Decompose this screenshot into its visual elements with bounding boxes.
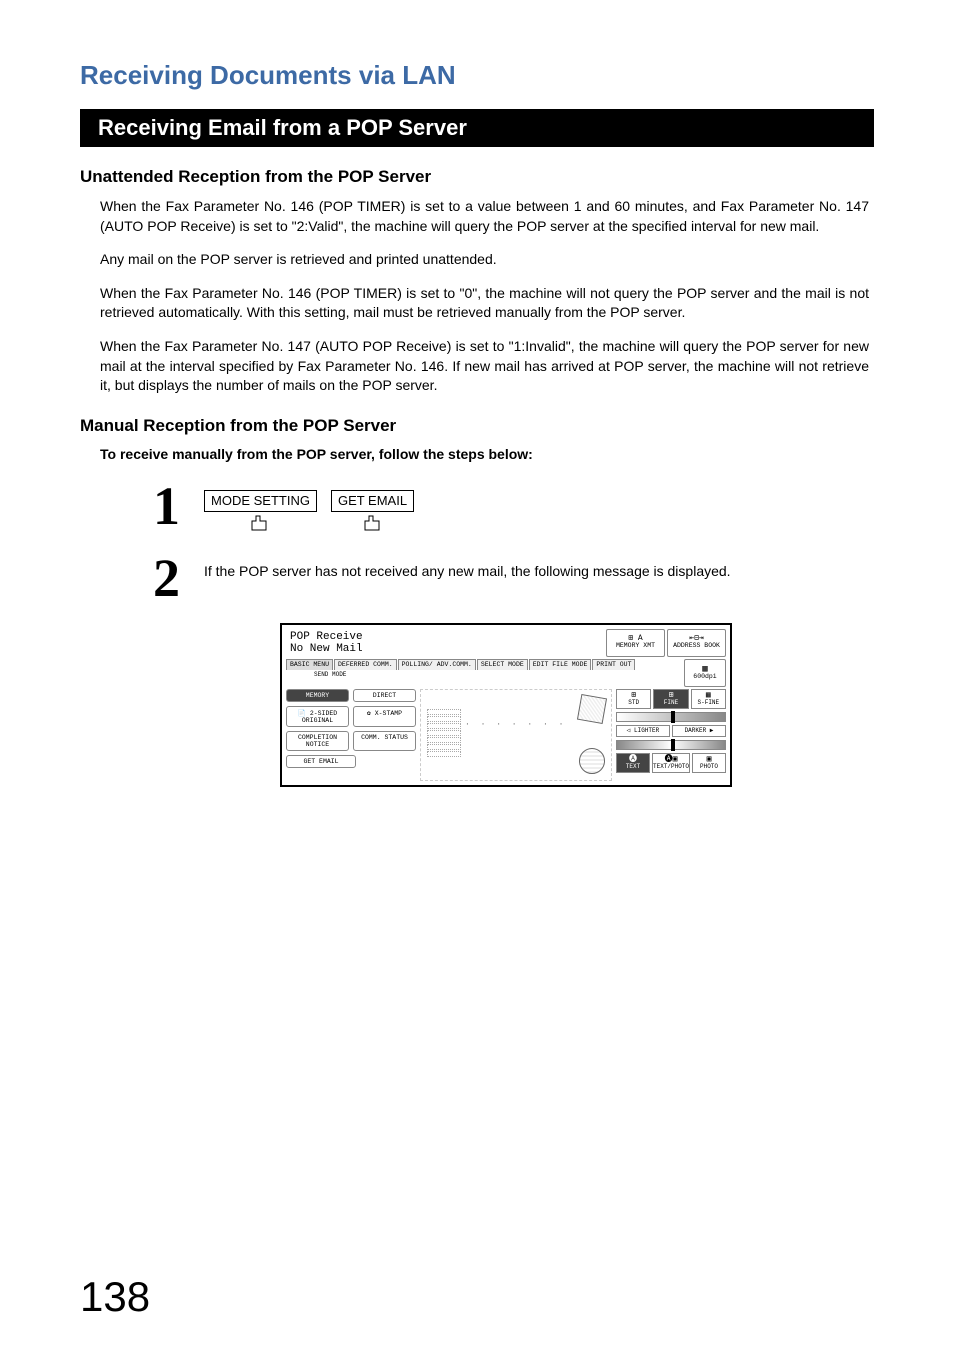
resolution-sfine-button[interactable]: ▦S-FINE [691,689,726,709]
comm-status-button[interactable]: COMM. STATUS [353,731,416,751]
get-email-button[interactable]: GET EMAIL [286,755,356,768]
tab-basic-menu[interactable]: BASIC MENU [286,659,333,671]
send-mode-label: SEND MODE [314,671,684,678]
page-number: 138 [80,1273,150,1321]
paper-stack-icon [427,708,461,757]
point-hand-icon [247,514,273,534]
mode-photo-button[interactable]: ▣PHOTO [692,753,726,773]
para: When the Fax Parameter No. 146 (POP TIME… [100,284,869,323]
mode-textphoto-button[interactable]: 🅐▣TEXT/PHOTO [652,753,690,773]
lcd-screen-figure: POP Receive No New Mail ⊞ A MEMORY XMT ⇤… [280,623,874,787]
completion-notice-button[interactable]: COMPLETION NOTICE [286,731,349,751]
step-1: 1 MODE SETTING GET EMAIL [120,482,874,534]
button-label: GET EMAIL [331,490,414,512]
instruction-line: To receive manually from the POP server,… [100,446,874,462]
density-slider[interactable] [616,712,726,722]
mode-setting-button: MODE SETTING [204,490,317,534]
lcd-status-area: POP Receive No New Mail [286,629,606,657]
direct-button[interactable]: DIRECT [353,689,416,702]
resolution-fine-button[interactable]: ⊞FINE [653,689,688,709]
lighter-button[interactable]: ◁ LIGHTER [616,725,670,737]
lcd-tabs: BASIC MENU DEFERRED COMM. POLLING/ ADV.C… [286,659,684,671]
tab-select-mode[interactable]: SELECT MODE [477,659,528,671]
lcd-status-line2: No New Mail [290,643,602,655]
lcd-status-line1: POP Receive [290,631,602,643]
darker-button[interactable]: DARKER ▶ [672,725,726,737]
subheading-manual: Manual Reception from the POP Server [80,416,874,436]
x-stamp-button[interactable]: ✿ X-STAMP [353,706,416,727]
button-label: MODE SETTING [204,490,317,512]
subheading-unattended: Unattended Reception from the POP Server [80,167,874,187]
contrast-bar [616,740,726,750]
get-email-button: GET EMAIL [331,490,414,534]
tab-deferred-comm[interactable]: DEFERRED COMM. [334,659,397,671]
address-book-button[interactable]: ⇤⊟⇥ ADDRESS BOOK [667,629,726,657]
para: When the Fax Parameter No. 147 (AUTO POP… [100,337,869,396]
memory-button[interactable]: MEMORY [286,689,349,702]
scan-icon [577,693,607,723]
mode-text-button[interactable]: 🅐TEXT [616,753,650,773]
tab-edit-file-mode[interactable]: EDIT FILE MODE [529,659,592,671]
point-hand-icon [360,514,386,534]
step-2-text: If the POP server has not received any n… [204,554,764,582]
section-title-bar: Receiving Email from a POP Server [80,109,874,147]
globe-icon [579,748,605,774]
two-sided-original-button[interactable]: 📄 2-SIDED ORIGINAL [286,706,349,727]
dotted-path-icon: · · · · · · · [465,720,566,729]
para: When the Fax Parameter No. 146 (POP TIME… [100,197,869,236]
dpi-button[interactable]: ▦ 600dpi [684,659,726,687]
chapter-title: Receiving Documents via LAN [80,60,874,91]
step-number: 1 [120,482,180,531]
lcd-preview-area: · · · · · · · [420,689,612,781]
step-2: 2 If the POP server has not received any… [120,554,874,603]
tab-polling-adv-comm[interactable]: POLLING/ ADV.COMM. [398,659,476,671]
resolution-std-button[interactable]: ⊞STD [616,689,651,709]
para: Any mail on the POP server is retrieved … [100,250,869,270]
tab-print-out[interactable]: PRINT OUT [592,659,635,671]
memory-xmt-button[interactable]: ⊞ A MEMORY XMT [606,629,665,657]
step-number: 2 [120,554,180,603]
